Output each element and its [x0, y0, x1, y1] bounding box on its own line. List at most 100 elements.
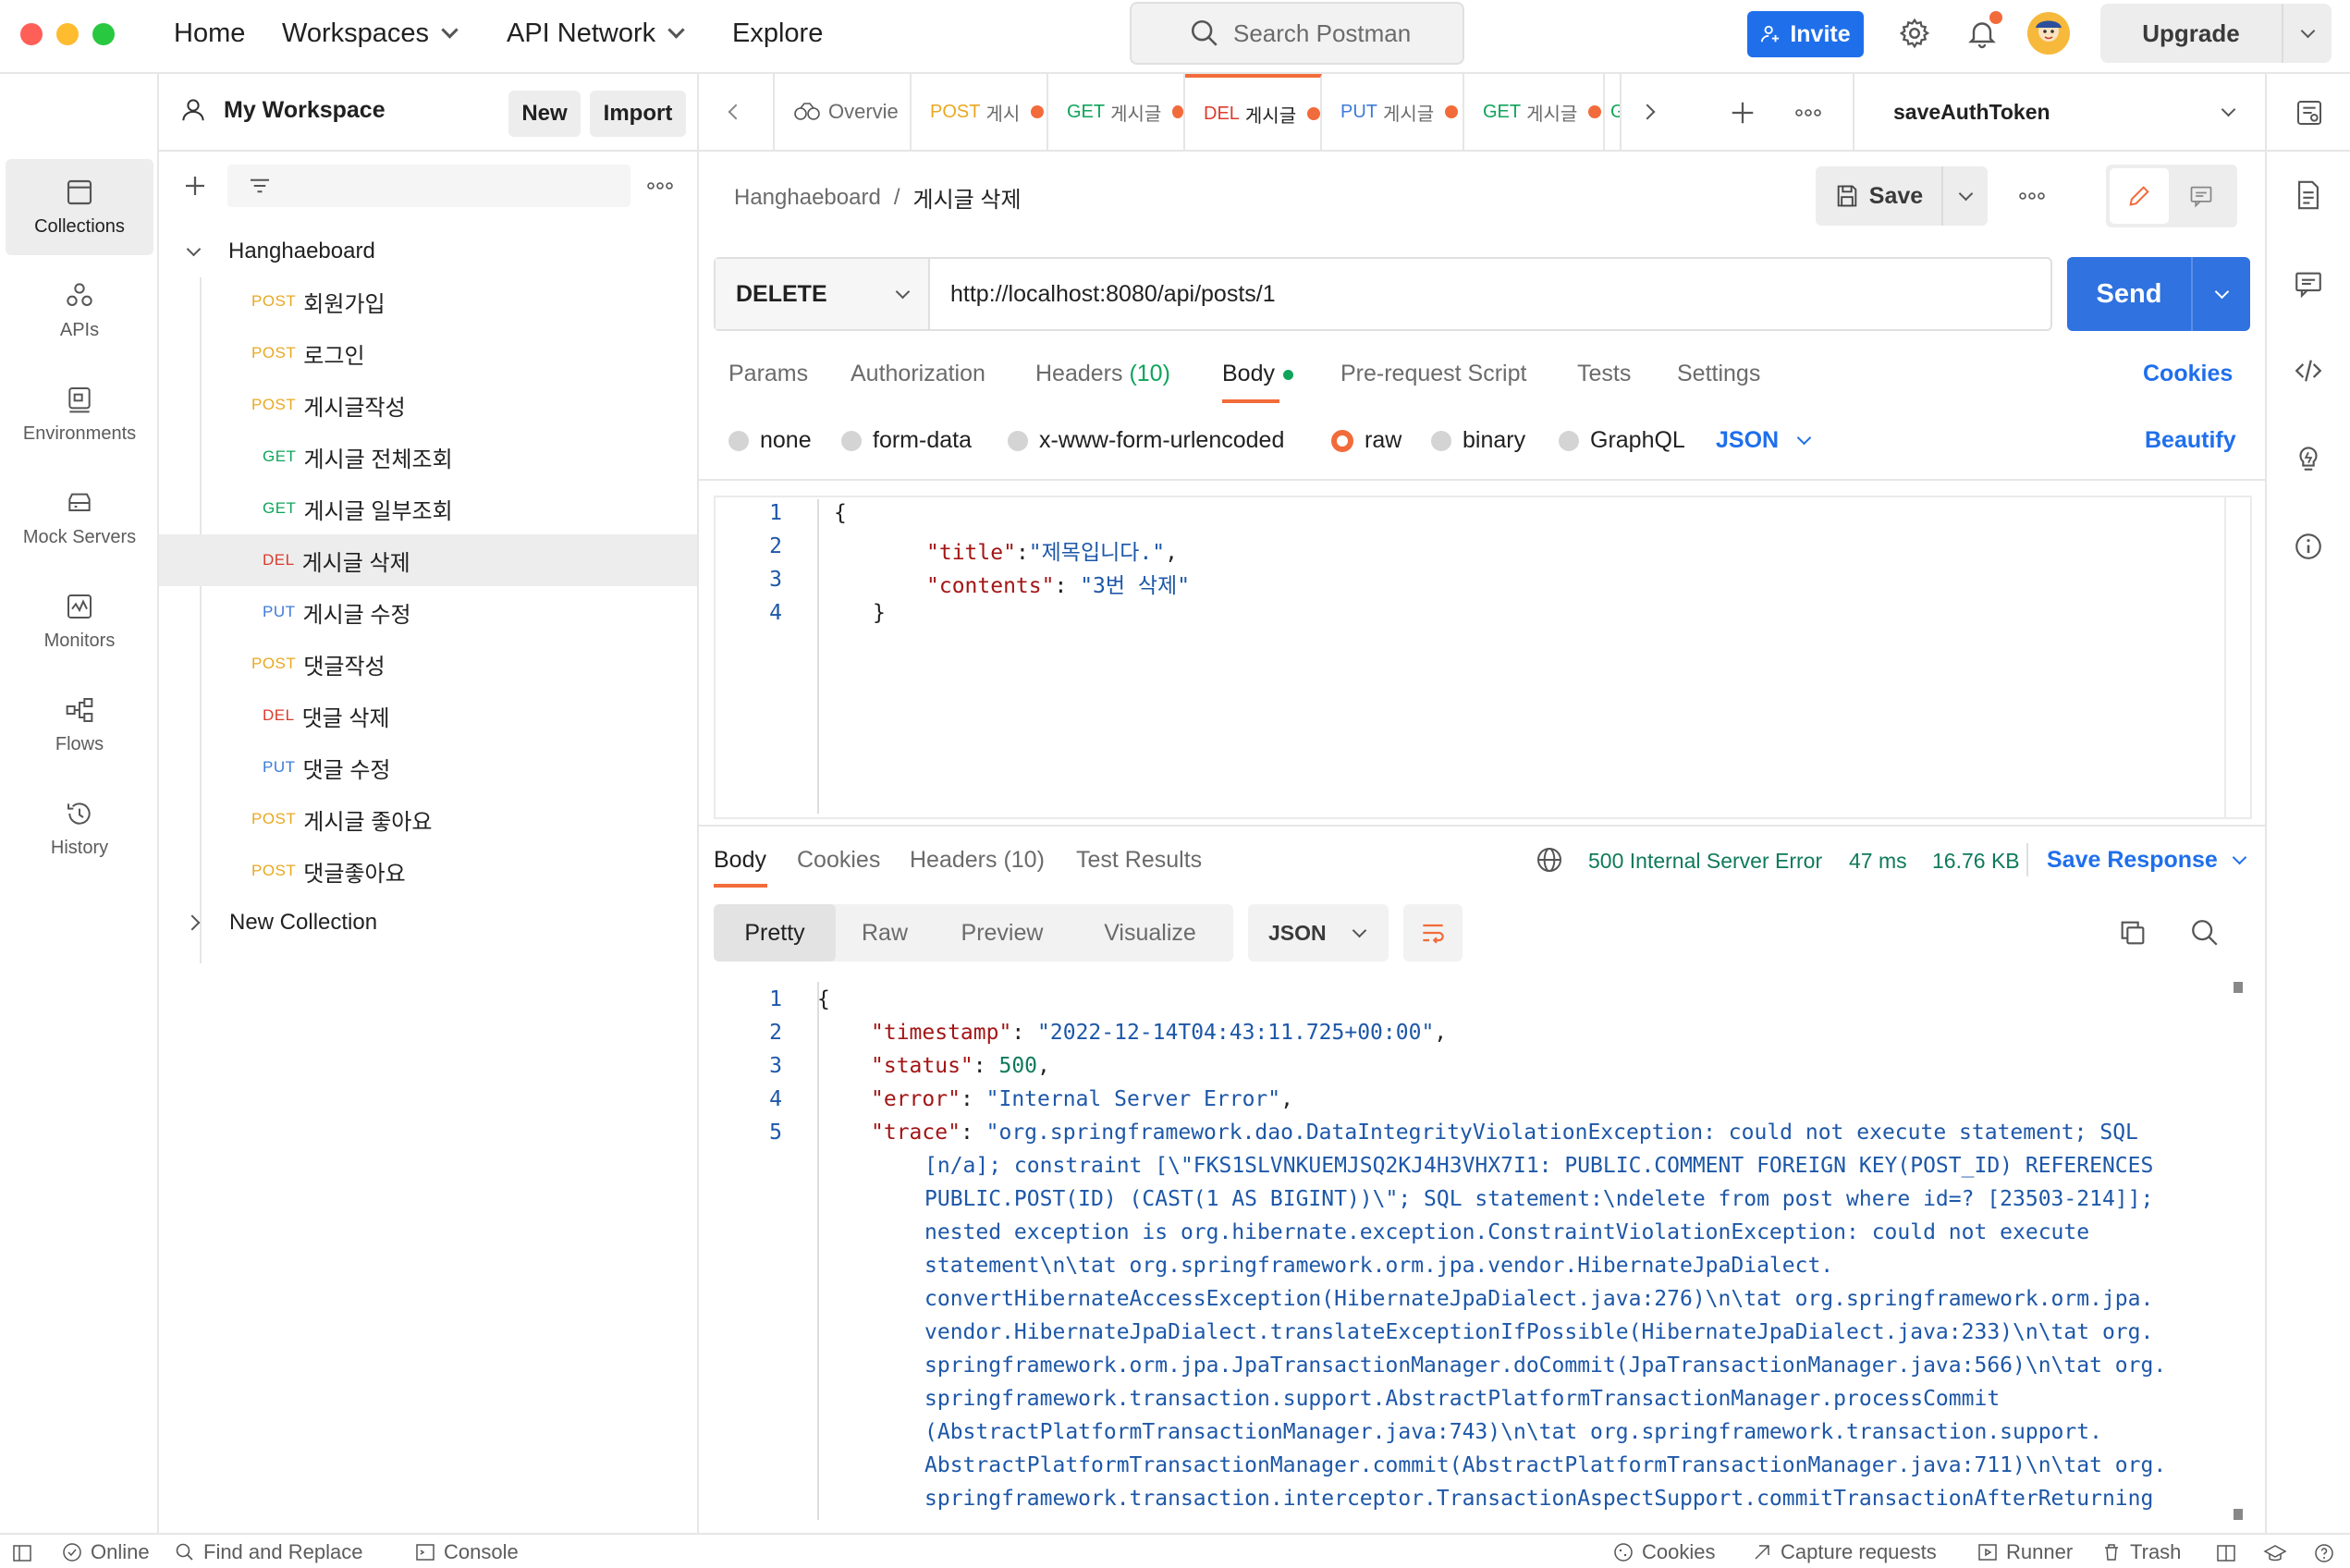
rail-item-flows[interactable]: Flows [6, 677, 153, 773]
new-button[interactable]: New [508, 91, 581, 137]
view-raw[interactable]: Raw [836, 920, 934, 947]
two-pane-icon[interactable] [2215, 1542, 2237, 1564]
avatar[interactable] [2026, 11, 2071, 55]
tab-get-2[interactable]: GET 게시글 [1464, 74, 1605, 150]
sidebar-toggle-icon[interactable] [11, 1542, 33, 1564]
plus-icon[interactable] [1729, 99, 1756, 127]
beautify-button[interactable]: Beautify [2145, 427, 2236, 454]
response-tab-body[interactable]: Body [714, 847, 766, 874]
tab-overview[interactable]: Overvie [775, 74, 912, 150]
console-button[interactable]: Console [414, 1540, 519, 1564]
tab-body[interactable]: Body [1222, 361, 1293, 387]
comment-mode-button[interactable] [2169, 168, 2234, 224]
rail-item-monitors[interactable]: Monitors [6, 573, 153, 669]
tab-get[interactable]: GET 게시글 [1048, 74, 1185, 150]
response-tab-test-results[interactable]: Test Results [1076, 847, 1202, 874]
breadcrumb-request-name[interactable]: 게시글 삭제 [912, 181, 1021, 214]
search-icon[interactable] [2189, 917, 2221, 949]
tab-pre-request-script[interactable]: Pre-request Script [1340, 361, 1526, 387]
filter-input[interactable] [227, 165, 630, 207]
save-dropdown[interactable] [1943, 166, 1988, 226]
bootcamp-icon[interactable] [2263, 1542, 2287, 1564]
tab-tests[interactable]: Tests [1577, 361, 1631, 387]
comments-icon[interactable] [2293, 268, 2324, 300]
list-item[interactable]: POST 댓글좋아요 [159, 845, 697, 897]
list-item[interactable]: PUT 게시글 수정 [159, 586, 697, 638]
code-icon[interactable] [2293, 355, 2324, 386]
info-icon[interactable] [2293, 531, 2324, 562]
wrap-lines-button[interactable] [1403, 904, 1463, 962]
minimize-window-dot[interactable] [56, 23, 79, 45]
cookies-link[interactable]: Cookies [2143, 361, 2233, 387]
tab-put[interactable]: PUT 게시글 [1322, 74, 1464, 150]
response-tab-headers[interactable]: Headers (10) [910, 847, 1045, 874]
radio-graphql[interactable]: GraphQL [1559, 427, 1685, 454]
find-replace-button[interactable]: Find and Replace [174, 1540, 362, 1564]
scroll-down-arrow[interactable] [2234, 1509, 2243, 1520]
response-format-select[interactable]: JSON [1248, 904, 1389, 962]
list-item[interactable]: DEL 댓글 삭제 [159, 690, 697, 741]
online-status[interactable]: Online [61, 1540, 150, 1564]
edit-mode-button[interactable] [2110, 168, 2169, 224]
breadcrumb-collection[interactable]: Hanghaeboard [734, 185, 881, 211]
upgrade-button[interactable]: Upgrade [2100, 4, 2332, 63]
tabs-scroll-right[interactable] [1622, 74, 1673, 150]
method-select[interactable]: DELETE [716, 259, 928, 329]
list-item[interactable]: POST 게시글작성 [159, 379, 697, 431]
tabs-scroll-left[interactable] [699, 74, 775, 150]
more-icon[interactable] [645, 176, 675, 196]
list-item[interactable]: POST 로그인 [159, 327, 697, 379]
lightbulb-icon[interactable] [2293, 442, 2324, 473]
documentation-icon[interactable] [2293, 179, 2324, 211]
radio-binary[interactable]: binary [1431, 427, 1525, 454]
rail-item-mock-servers[interactable]: Mock Servers [6, 470, 153, 566]
rail-item-history[interactable]: History [6, 780, 153, 876]
response-tab-cookies[interactable]: Cookies [797, 847, 880, 874]
more-icon[interactable] [1793, 104, 1823, 122]
trash-button[interactable]: Trash [2100, 1540, 2181, 1564]
upgrade-dropdown[interactable] [2283, 23, 2332, 38]
response-time[interactable]: 47 ms [1849, 849, 1907, 874]
status-badge[interactable]: 500 Internal Server Error [1588, 849, 1822, 874]
nav-api-network[interactable]: API Network [507, 17, 685, 50]
rail-item-environments[interactable]: Environments [6, 366, 153, 462]
radio-none[interactable]: none [728, 427, 812, 454]
rail-item-collections[interactable]: Collections [6, 159, 153, 255]
capture-requests-button[interactable]: Capture requests [1751, 1540, 1937, 1564]
plus-icon[interactable] [181, 172, 209, 200]
tab-headers[interactable]: Headers (10) [1035, 361, 1170, 387]
search-box[interactable]: Search Postman [1130, 2, 1464, 65]
body-format-select[interactable]: JSON [1716, 427, 1812, 454]
list-item[interactable]: PUT 댓글 수정 [159, 741, 697, 793]
collection-new-collection[interactable]: New Collection [159, 897, 697, 949]
list-item[interactable]: GET 게시글 일부조회 [159, 483, 697, 534]
save-response-button[interactable]: Save Response [2047, 847, 2247, 874]
radio-form-data[interactable]: form-data [841, 427, 972, 454]
workspace-header[interactable]: My Workspace [179, 96, 386, 124]
radio-raw[interactable]: raw [1331, 427, 1401, 454]
environment-selector[interactable]: saveAuthToken [1893, 74, 2245, 150]
view-pretty[interactable]: Pretty [714, 904, 836, 962]
help-icon[interactable] [2313, 1542, 2335, 1564]
more-icon[interactable] [2017, 187, 2047, 205]
import-button[interactable]: Import [590, 91, 686, 137]
nav-explore[interactable]: Explore [732, 17, 823, 50]
scroll-up-arrow[interactable] [2234, 982, 2243, 993]
view-preview[interactable]: Preview [934, 920, 1071, 947]
nav-workspaces[interactable]: Workspaces [282, 17, 459, 50]
radio-urlencoded[interactable]: x-www-form-urlencoded [1008, 427, 1284, 454]
collection-hanghaeboard[interactable]: Hanghaeboard [159, 226, 697, 277]
tab-params[interactable]: Params [728, 361, 808, 387]
tab-settings[interactable]: Settings [1677, 361, 1760, 387]
list-item[interactable]: POST 게시글 좋아요 [159, 793, 697, 845]
cookies-button[interactable]: Cookies [1612, 1540, 1715, 1564]
list-item[interactable]: GET 게시글 전체조회 [159, 431, 697, 483]
globe-icon[interactable] [1535, 845, 1564, 875]
send-dropdown[interactable] [2193, 257, 2250, 331]
nav-home[interactable]: Home [174, 17, 245, 50]
response-scrollbar[interactable] [2234, 982, 2243, 1520]
gear-icon[interactable] [1898, 17, 1931, 50]
tab-del-active[interactable]: DEL 게시글 [1185, 74, 1322, 150]
save-button[interactable]: Save [1816, 166, 1941, 226]
view-visualize[interactable]: Visualize [1071, 920, 1230, 947]
